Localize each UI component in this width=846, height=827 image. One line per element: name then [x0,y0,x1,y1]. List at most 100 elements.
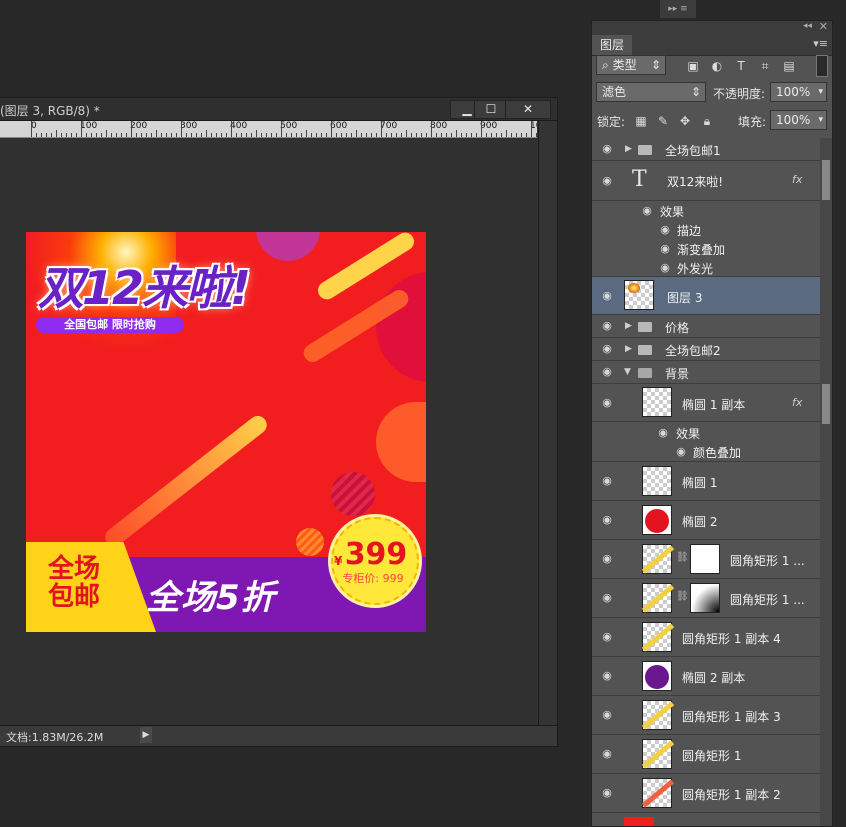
ruler-tick [231,121,232,137]
panel-close-icon[interactable]: ✕ [819,20,828,33]
visibility-eye-icon[interactable]: ◉ [600,591,614,605]
fill-input[interactable]: 100% ▾ [770,110,827,130]
collapse-icon[interactable]: ◂◂ [803,21,812,31]
layer-row-shape[interactable]: ◉ 圆角矩形 1 [592,735,820,774]
adjustment-filter-icon[interactable]: ◐ [710,59,724,73]
expand-arrow-icon[interactable]: ▶ [625,344,632,354]
layer-row-shape[interactable]: ◉ 椭圆 1 [592,462,820,501]
ruler-tick [406,130,407,137]
effect-eye-icon[interactable]: ◉ [658,261,672,275]
scroll-thumb[interactable] [822,384,830,424]
layer-thumbnail [641,622,675,652]
layer-row-shape[interactable]: ◉ 椭圆 2 [592,501,820,540]
layer-name: 椭圆 1 副本 [682,398,746,412]
layer-row-shape[interactable]: ◉ 椭圆 1 副本 fx [592,384,820,422]
layer-row-partial[interactable] [592,813,820,826]
chevron-down-icon: ▾ [818,87,823,97]
layer-row-group-open[interactable]: ◉ ▼ 背景 [592,361,820,384]
visibility-eye-icon[interactable]: ◉ [600,552,614,566]
maximize-button[interactable]: ☐ [474,100,508,119]
layer-row-group[interactable]: ◉ ▶ 全场包邮1 [592,138,820,161]
lock-image-icon[interactable]: ✎ [656,114,670,128]
visibility-eye-icon[interactable]: ◉ [600,708,614,722]
layer-name: 全场包邮2 [665,344,721,358]
visibility-eye-icon[interactable]: ◉ [600,174,614,188]
ruler-tick [251,133,252,137]
lock-transparent-icon[interactable]: ▦ [634,114,648,128]
visibility-eye-icon[interactable]: ◉ [600,319,614,333]
horizontal-ruler[interactable]: 0 100 200 300 400 500 600 700 800 900 10 [0,121,537,138]
lock-position-icon[interactable]: ✥ [678,114,692,128]
artwork-canvas[interactable]: 双12来啦! 全国包邮 限时抢购 全场5折 全场 包邮 ¥ 399 专柜价: 9… [26,232,426,632]
layer-row-shape[interactable]: ◉ 椭圆 2 副本 [592,657,820,696]
layer-mask-thumbnail[interactable] [690,544,720,574]
visibility-eye-icon[interactable]: ◉ [600,786,614,800]
type-filter-icon[interactable]: T [734,59,748,73]
layer-list: ◉ ▶ 全场包邮1 ◉ T 双12来啦! fx ◉ 效果 ◉ 描边 ◉ 渐变叠加… [592,138,820,826]
document-scrollbar[interactable] [538,121,557,725]
pixel-filter-icon[interactable]: ▣ [686,59,700,73]
ruler-tick [471,133,472,137]
chain-link-icon[interactable]: ⛓ [676,552,689,563]
ruler-tick [511,133,512,137]
filter-toggle[interactable] [816,55,828,77]
fill-value: 100% [776,113,811,127]
effect-name[interactable]: 描边 [677,222,701,239]
lock-all-icon[interactable]: 🔒︎ [700,114,714,128]
tab-layers[interactable]: 图层 [592,35,632,55]
visibility-eye-icon[interactable]: ◉ [600,474,614,488]
visibility-eye-icon[interactable]: ◉ [600,396,614,410]
blend-mode-select[interactable]: 滤色 ⇕ [596,82,706,102]
close-button[interactable]: ✕ [505,100,551,119]
visibility-eye-icon[interactable]: ◉ [600,342,614,356]
visibility-eye-icon[interactable]: ◉ [600,747,614,761]
shape-filter-icon[interactable]: ⌗ [758,59,772,73]
effect-name[interactable]: 外发光 [677,260,713,277]
expand-arrow-icon[interactable]: ▶ [625,144,632,154]
effect-name[interactable]: 颜色叠加 [693,444,741,461]
layer-row-masked[interactable]: ◉ ⛓ 圆角矩形 1 ... [592,579,820,618]
layer-row-masked[interactable]: ◉ ⛓ 圆角矩形 1 ... [592,540,820,579]
fx-icon[interactable]: fx [792,173,802,186]
effect-eye-icon[interactable]: ◉ [674,445,688,459]
visibility-eye-icon[interactable]: ◉ [600,630,614,644]
effect-eye-icon[interactable]: ◉ [640,204,654,218]
effect-eye-icon[interactable]: ◉ [658,242,672,256]
visibility-eye-icon[interactable]: ◉ [600,513,614,527]
collapse-panels-icon[interactable]: ▸▸ ≡ [660,0,696,18]
panel-menu-icon[interactable]: ▾≡ [813,37,828,50]
visibility-eye-icon[interactable]: ◉ [600,289,614,303]
status-menu-arrow-icon[interactable]: ▶ [140,727,152,743]
layer-row-shape[interactable]: ◉ 圆角矩形 1 副本 4 [592,618,820,657]
ruler-label: 400 [230,121,248,131]
visibility-eye-icon[interactable]: ◉ [600,669,614,683]
ruler-tick [51,133,52,137]
effect-name[interactable]: 渐变叠加 [677,241,725,258]
opacity-input[interactable]: 100% ▾ [770,82,827,102]
filter-type-select[interactable]: ⌕ 类型 ⇕ [596,55,666,75]
expand-arrow-icon[interactable]: ▶ [625,321,632,331]
document-titlebar[interactable]: (图层 3, RGB/8) * ▁ ☐ ✕ [0,98,557,121]
ruler-tick [261,133,262,137]
search-icon: ⌕ [602,58,609,72]
layer-row-group[interactable]: ◉ ▶ 价格 [592,315,820,338]
ruler-tick [491,133,492,137]
fx-icon[interactable]: fx [792,396,802,409]
layer-row-shape[interactable]: ◉ 圆角矩形 1 副本 2 [592,774,820,813]
visibility-eye-icon[interactable]: ◉ [600,142,614,156]
chain-link-icon[interactable]: ⛓ [676,591,689,602]
layer-row-selected[interactable]: ◉ 图层 3 [592,277,820,315]
layers-scrollbar[interactable] [820,138,832,826]
panel-header-bar[interactable]: ◂◂ ✕ [592,20,832,35]
layer-mask-thumbnail[interactable] [690,583,720,613]
scroll-thumb[interactable] [822,160,830,200]
effect-eye-icon[interactable]: ◉ [656,426,670,440]
layer-row-text[interactable]: ◉ T 双12来啦! fx [592,161,820,201]
collapse-arrow-icon[interactable]: ▼ [624,367,631,377]
visibility-eye-icon[interactable]: ◉ [600,365,614,379]
smart-object-filter-icon[interactable]: ▤ [782,59,796,73]
layer-row-shape[interactable]: ◉ 圆角矩形 1 副本 3 [592,696,820,735]
effect-eye-icon[interactable]: ◉ [658,223,672,237]
layer-row-group[interactable]: ◉ ▶ 全场包邮2 [592,338,820,361]
original-price: 专柜价: 999 [342,572,404,585]
